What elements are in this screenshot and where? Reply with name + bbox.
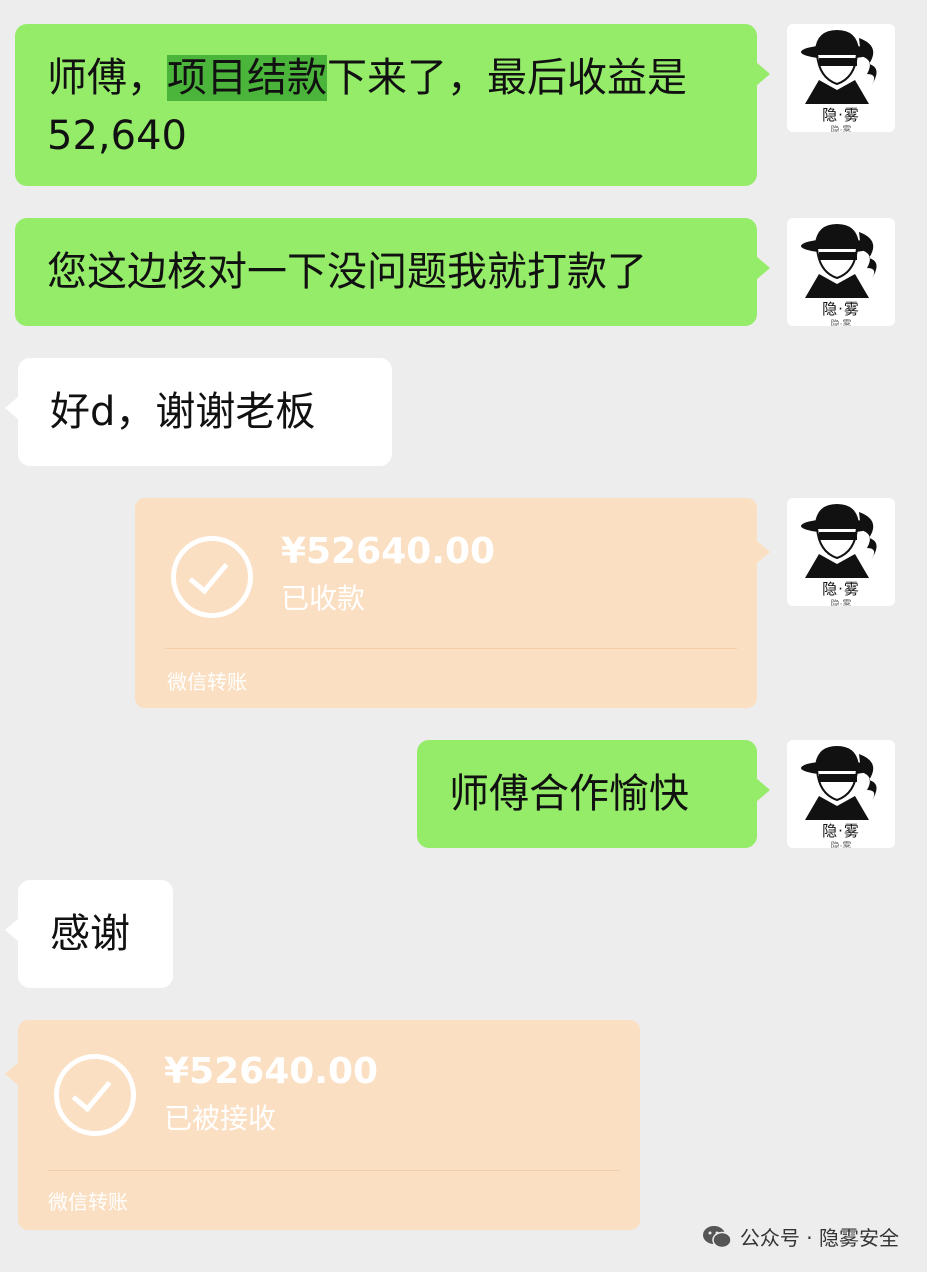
spy-hat-avatar-icon <box>801 504 877 578</box>
message-bubble-sent[interactable]: 师傅合作愉快 <box>417 740 770 848</box>
avatar-subtext: 隐·雾 <box>830 842 852 848</box>
wechat-icon <box>702 1225 732 1248</box>
message-text: 师傅合作愉快 <box>449 771 689 817</box>
watermark-text: 公众号 · 隐雾安全 <box>739 1226 899 1250</box>
highlighted-text: 项目结款 <box>167 55 327 101</box>
message-bubble-received[interactable]: 好d，谢谢老板 <box>5 358 392 466</box>
transfer-status: 已收款 <box>281 582 366 615</box>
transfer-card-received[interactable]: ¥52640.00 已收款 微信转账 <box>135 498 770 708</box>
transfer-card-sent[interactable]: ¥52640.00 已被接收 微信转账 <box>5 1020 640 1230</box>
message-text: 感谢 <box>50 911 130 957</box>
message-text: 师傅， <box>47 55 167 101</box>
divider <box>165 648 737 649</box>
message-bubble-sent[interactable]: 师傅，项目结款下来了，最后收益是52,640 <box>15 24 770 186</box>
transfer-status: 已被接收 <box>164 1102 277 1135</box>
transfer-amount: ¥52640.00 <box>281 531 496 572</box>
transfer-brand: 微信转账 <box>167 670 247 694</box>
divider <box>48 1170 620 1171</box>
message-bubble-sent[interactable]: 您这边核对一下没问题我就打款了 <box>15 218 770 326</box>
message-bubble-received[interactable]: 感谢 <box>5 880 173 988</box>
avatar-name: 隐·雾 <box>822 300 860 318</box>
message-text: 好d，谢谢老板 <box>50 389 316 435</box>
avatar[interactable]: 隐·雾 隐·雾 <box>787 218 895 326</box>
transfer-brand: 微信转账 <box>48 1190 128 1214</box>
avatar-name: 隐·雾 <box>822 822 860 840</box>
avatar-name: 隐·雾 <box>822 580 860 598</box>
spy-hat-avatar-icon <box>801 746 877 820</box>
avatar-name: 隐·雾 <box>822 106 860 124</box>
avatar[interactable]: 隐·雾 隐·雾 <box>787 498 895 606</box>
avatar-subtext: 隐·雾 <box>830 600 852 606</box>
message-text: 您这边核对一下没问题我就打款了 <box>47 249 647 295</box>
avatar[interactable]: 隐·雾 隐·雾 <box>787 24 895 132</box>
spy-hat-avatar-icon <box>801 30 877 104</box>
avatar-subtext: 隐·雾 <box>830 126 852 132</box>
avatar[interactable]: 隐·雾 隐·雾 <box>787 740 895 848</box>
watermark: 公众号 · 隐雾安全 <box>702 1222 899 1251</box>
spy-hat-avatar-icon <box>801 224 877 298</box>
check-circle-icon <box>54 1054 136 1136</box>
avatar-subtext: 隐·雾 <box>830 320 852 326</box>
transfer-amount: ¥52640.00 <box>164 1051 379 1092</box>
check-circle-icon <box>171 536 253 618</box>
